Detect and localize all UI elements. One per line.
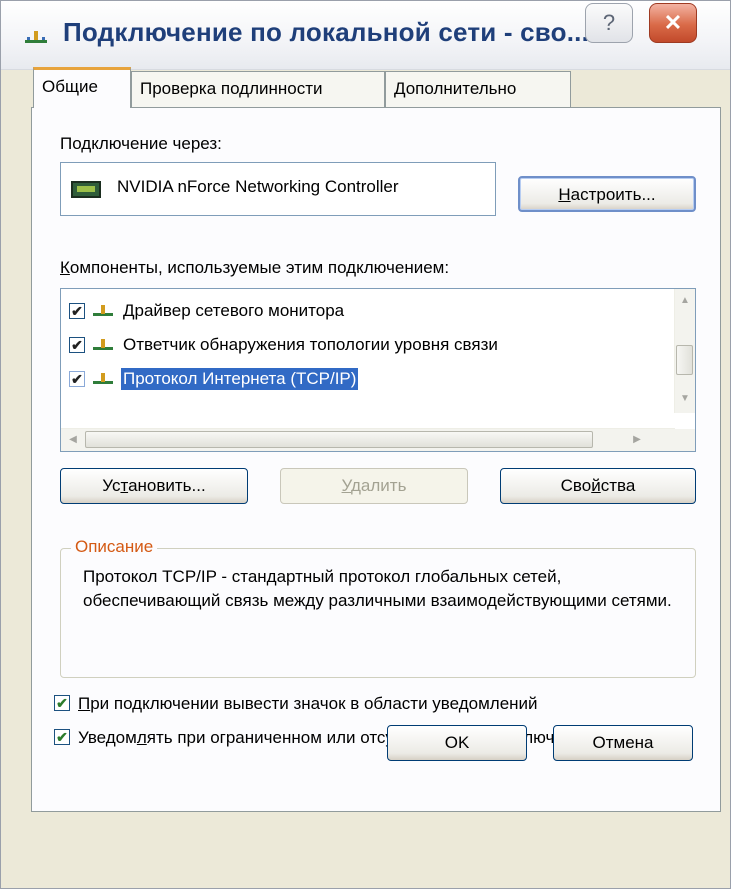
install-label-pre: Ус [102, 476, 121, 495]
adapter-field: NVIDIA nForce Networking Controller [60, 162, 496, 216]
install-label-post: ановить... [128, 476, 206, 495]
component-label: Ответчик обнаружения топологии уровня св… [123, 335, 498, 354]
title-bar[interactable]: Подключение по локальной сети - сво... ?… [1, 1, 730, 70]
properties-accel: й [591, 476, 601, 495]
network-protocol-icon [93, 373, 113, 385]
show-icon-label: При подключении вывести значок в области… [78, 692, 698, 716]
tab-authentication[interactable]: Проверка подлинности [131, 71, 385, 107]
tab-advanced[interactable]: Дополнительно [385, 71, 571, 107]
remove-accel: У [341, 476, 352, 495]
show-icon-check[interactable]: ✔ [54, 695, 70, 711]
cancel-button[interactable]: Отмена [553, 725, 693, 761]
install-accel: т [120, 476, 129, 495]
component-checkbox[interactable]: ✔ [69, 303, 85, 319]
components-list[interactable]: ✔ Драйвер сетевого монитора ✔ Ответчик о… [60, 288, 696, 452]
component-label: Протокол Интернета (TCP/IP) [121, 368, 359, 390]
scroll-left-icon[interactable]: ◀ [63, 429, 83, 451]
configure-label: астроить... [570, 185, 656, 204]
component-checkbox[interactable]: ✔ [69, 371, 85, 387]
horizontal-scrollbar[interactable]: ◀ ▶ [61, 428, 675, 451]
install-button[interactable]: Установить... [60, 468, 248, 504]
scroll-right-icon[interactable]: ▶ [627, 429, 647, 451]
horizontal-scroll-thumb[interactable] [85, 431, 593, 448]
show-icon-accel: П [78, 694, 91, 713]
window-title: Подключение по локальной сети - сво... [63, 17, 590, 47]
configure-button[interactable]: Настроить... [518, 176, 696, 212]
components-label: Компоненты, используемые этим подключени… [60, 258, 449, 278]
help-button[interactable]: ? [585, 3, 633, 43]
network-protocol-icon [93, 339, 113, 351]
description-text: Протокол TCP/IP - стандартный протокол г… [83, 567, 672, 610]
show-icon-text: ри подключении вывести значок в области … [90, 694, 538, 713]
notify-limited-accel: л [136, 728, 147, 747]
description-title: Описание [71, 537, 158, 557]
scroll-up-icon[interactable]: ▲ [675, 291, 695, 311]
scroll-corner [675, 429, 695, 451]
network-protocol-icon [93, 305, 113, 317]
components-label-text: омпоненты, используемые этим подключение… [69, 258, 450, 277]
show-icon-checkbox[interactable]: ✔ При подключении вывести значок в облас… [54, 692, 698, 716]
close-button[interactable]: ✕ [649, 3, 697, 43]
configure-accel: Н [558, 185, 571, 204]
general-tab-panel: Подключение через: NVIDIA nForce Network… [31, 107, 721, 812]
components-accel: К [60, 258, 70, 277]
notify-limited-pre: Уведом [78, 728, 137, 747]
properties-button[interactable]: Свойства [500, 468, 696, 504]
remove-button[interactable]: Удалить [280, 468, 468, 504]
vertical-scroll-thumb[interactable] [676, 345, 693, 375]
notify-limited-check[interactable]: ✔ [54, 729, 70, 745]
component-label: Драйвер сетевого монитора [123, 301, 345, 320]
adapter-name: NVIDIA nForce Networking Controller [117, 177, 399, 196]
component-checkbox[interactable]: ✔ [69, 337, 85, 353]
list-item[interactable]: ✔ Протокол Интернета (TCP/IP) [69, 365, 359, 393]
tab-general[interactable]: Общие [33, 67, 131, 108]
scroll-down-icon[interactable]: ▼ [675, 389, 695, 409]
close-icon: ✕ [663, 10, 683, 35]
connect-via-label: Подключение через: [60, 134, 222, 153]
properties-label-post: ства [600, 476, 636, 495]
description-group: Описание Протокол TCP/IP - стандартный п… [60, 537, 696, 678]
properties-label-pre: Сво [560, 476, 592, 495]
vertical-scrollbar[interactable]: ▲ ▼ [674, 289, 695, 413]
network-card-icon [71, 181, 101, 198]
properties-dialog: Подключение по локальной сети - сво... ?… [0, 0, 731, 889]
network-connection-icon [25, 29, 47, 45]
list-item[interactable]: ✔ Ответчик обнаружения топологии уровня … [69, 331, 500, 359]
list-item[interactable]: ✔ Драйвер сетевого монитора [69, 297, 346, 325]
remove-label: далить [351, 476, 407, 495]
ok-button[interactable]: OK [387, 725, 527, 761]
help-icon: ? [602, 10, 616, 35]
